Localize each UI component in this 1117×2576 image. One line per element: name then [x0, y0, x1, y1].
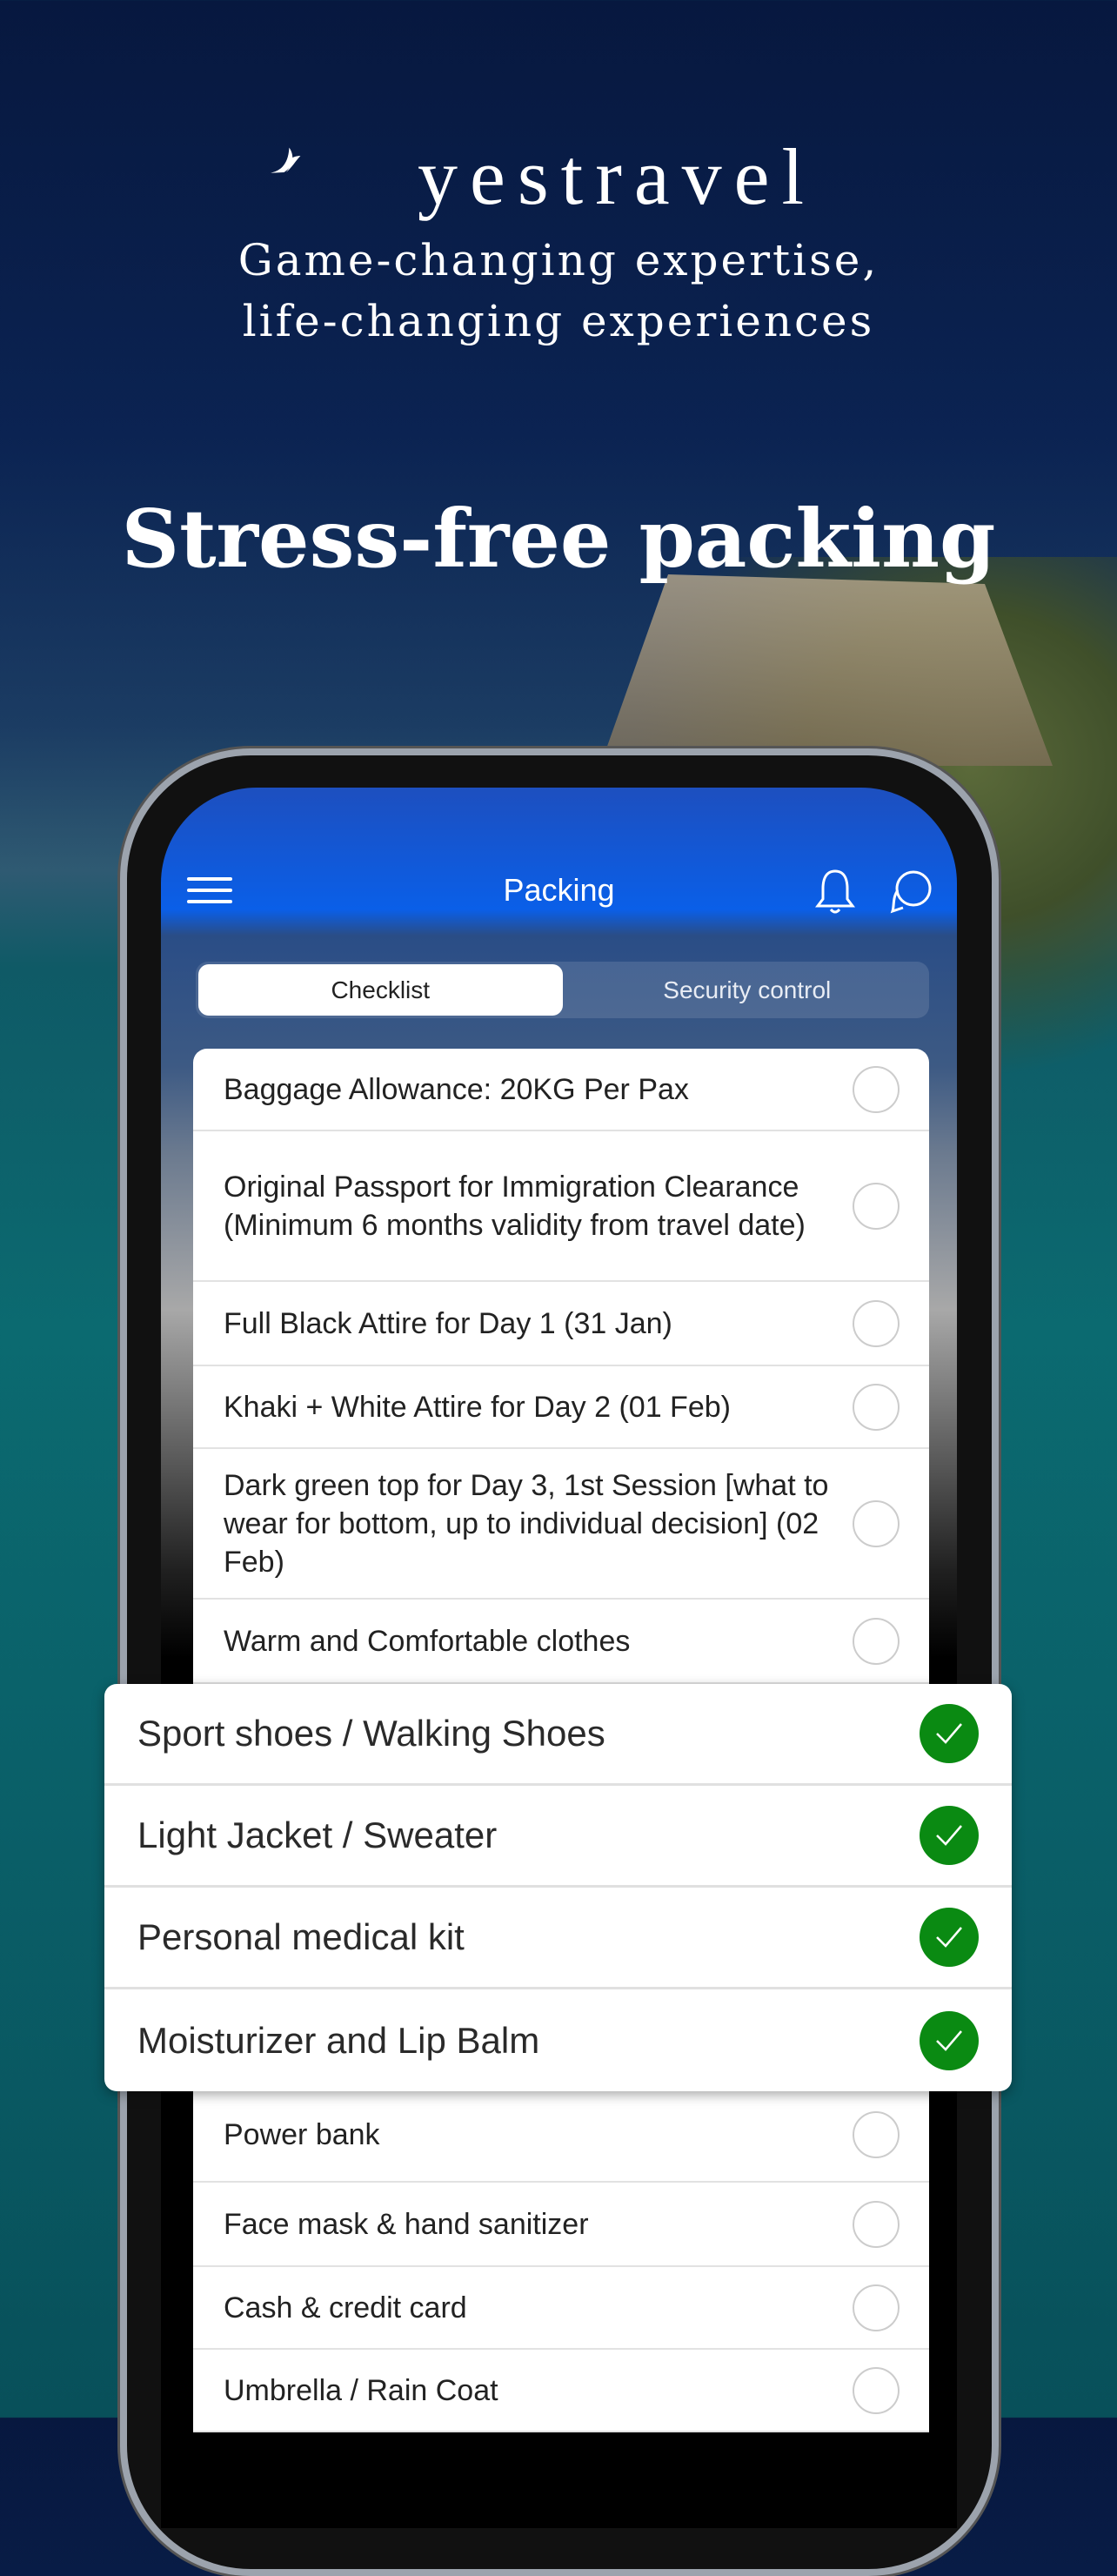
checked-list-item[interactable]: Moisturizer and Lip Balm: [104, 1989, 1012, 2091]
list-item[interactable]: Dark green top for Day 3, 1st Session [w…: [193, 1449, 929, 1600]
checked-list-item[interactable]: Sport shoes / Walking Shoes: [104, 1684, 1012, 1786]
unchecked-circle-icon[interactable]: [853, 1065, 900, 1113]
item-label: Warm and Comfortable clothes: [224, 1624, 631, 1658]
item-label: Full Black Attire for Day 1 (31 Jan): [224, 1306, 672, 1340]
item-label: Moisturizer and Lip Balm: [137, 2019, 540, 2061]
unchecked-circle-icon[interactable]: [853, 2366, 900, 2414]
item-label: Cash & credit card: [224, 2291, 467, 2324]
item-label: Sport shoes / Walking Shoes: [137, 1713, 605, 1754]
list-item[interactable]: Umbrella / Rain Coat: [193, 2350, 929, 2432]
unchecked-circle-icon[interactable]: [853, 1299, 900, 1347]
yestravel-logo-icon: [271, 147, 301, 173]
item-label: Personal medical kit: [137, 1916, 465, 1957]
tab-security-control[interactable]: Security control: [565, 962, 930, 1018]
list-item[interactable]: Face mask & hand sanitizer: [193, 2183, 929, 2267]
unchecked-circle-icon[interactable]: [853, 1182, 900, 1230]
segmented-control: Checklist Security control: [196, 962, 929, 1018]
chat-icon[interactable]: [887, 868, 936, 916]
page-title: Packing: [503, 871, 615, 908]
unchecked-circle-icon[interactable]: [853, 2284, 900, 2331]
unchecked-circle-icon[interactable]: [853, 1499, 900, 1547]
menu-icon[interactable]: [187, 877, 232, 903]
nav-bar: Packing: [161, 849, 957, 931]
item-label: Original Passport for Immigration Cleara…: [224, 1170, 806, 1242]
item-label: Baggage Allowance: 20KG Per Pax: [224, 1072, 689, 1106]
unchecked-circle-icon[interactable]: [853, 2200, 900, 2248]
item-label: Umbrella / Rain Coat: [224, 2373, 498, 2407]
tagline-line-2: life-changing experiences: [242, 296, 875, 346]
list-item[interactable]: Cash & credit card: [193, 2267, 929, 2350]
tagline-line-1: Game-changing expertise,: [237, 235, 880, 285]
checkmark-icon[interactable]: [920, 1704, 979, 1763]
list-item[interactable]: Baggage Allowance: 20KG Per Pax: [193, 1049, 929, 1131]
item-label: Light Jacket / Sweater: [137, 1815, 498, 1855]
list-item[interactable]: Khaki + White Attire for Day 2 (01 Feb): [193, 1366, 929, 1449]
hut-background: [600, 574, 1053, 766]
brand-name: yestravel: [418, 132, 817, 221]
unchecked-circle-icon[interactable]: [853, 2111, 900, 2158]
checkmark-icon[interactable]: [920, 2010, 979, 2070]
list-item[interactable]: Power bank: [193, 2089, 929, 2183]
checkmark-icon[interactable]: [920, 1806, 979, 1865]
checked-items-highlight: Sport shoes / Walking Shoes Light Jacket…: [104, 1684, 1012, 2091]
list-item[interactable]: Warm and Comfortable clothes: [193, 1600, 929, 1684]
list-item[interactable]: Original Passport for Immigration Cleara…: [193, 1131, 929, 1282]
checked-list-item[interactable]: Light Jacket / Sweater: [104, 1786, 1012, 1888]
tab-checklist[interactable]: Checklist: [198, 964, 563, 1016]
item-label: Power bank: [224, 2118, 380, 2151]
checked-list-item[interactable]: Personal medical kit: [104, 1888, 1012, 1989]
item-label: Dark green top for Day 3, 1st Session [w…: [224, 1468, 829, 1579]
item-label: Face mask & hand sanitizer: [224, 2207, 589, 2241]
headline: Stress-free packing: [121, 492, 996, 586]
checkmark-icon[interactable]: [920, 1908, 979, 1967]
item-label: Khaki + White Attire for Day 2 (01 Feb): [224, 1390, 731, 1424]
unchecked-circle-icon[interactable]: [853, 1383, 900, 1431]
unchecked-circle-icon[interactable]: [853, 1617, 900, 1665]
bell-icon[interactable]: [813, 868, 857, 916]
list-item[interactable]: Full Black Attire for Day 1 (31 Jan): [193, 1282, 929, 1366]
